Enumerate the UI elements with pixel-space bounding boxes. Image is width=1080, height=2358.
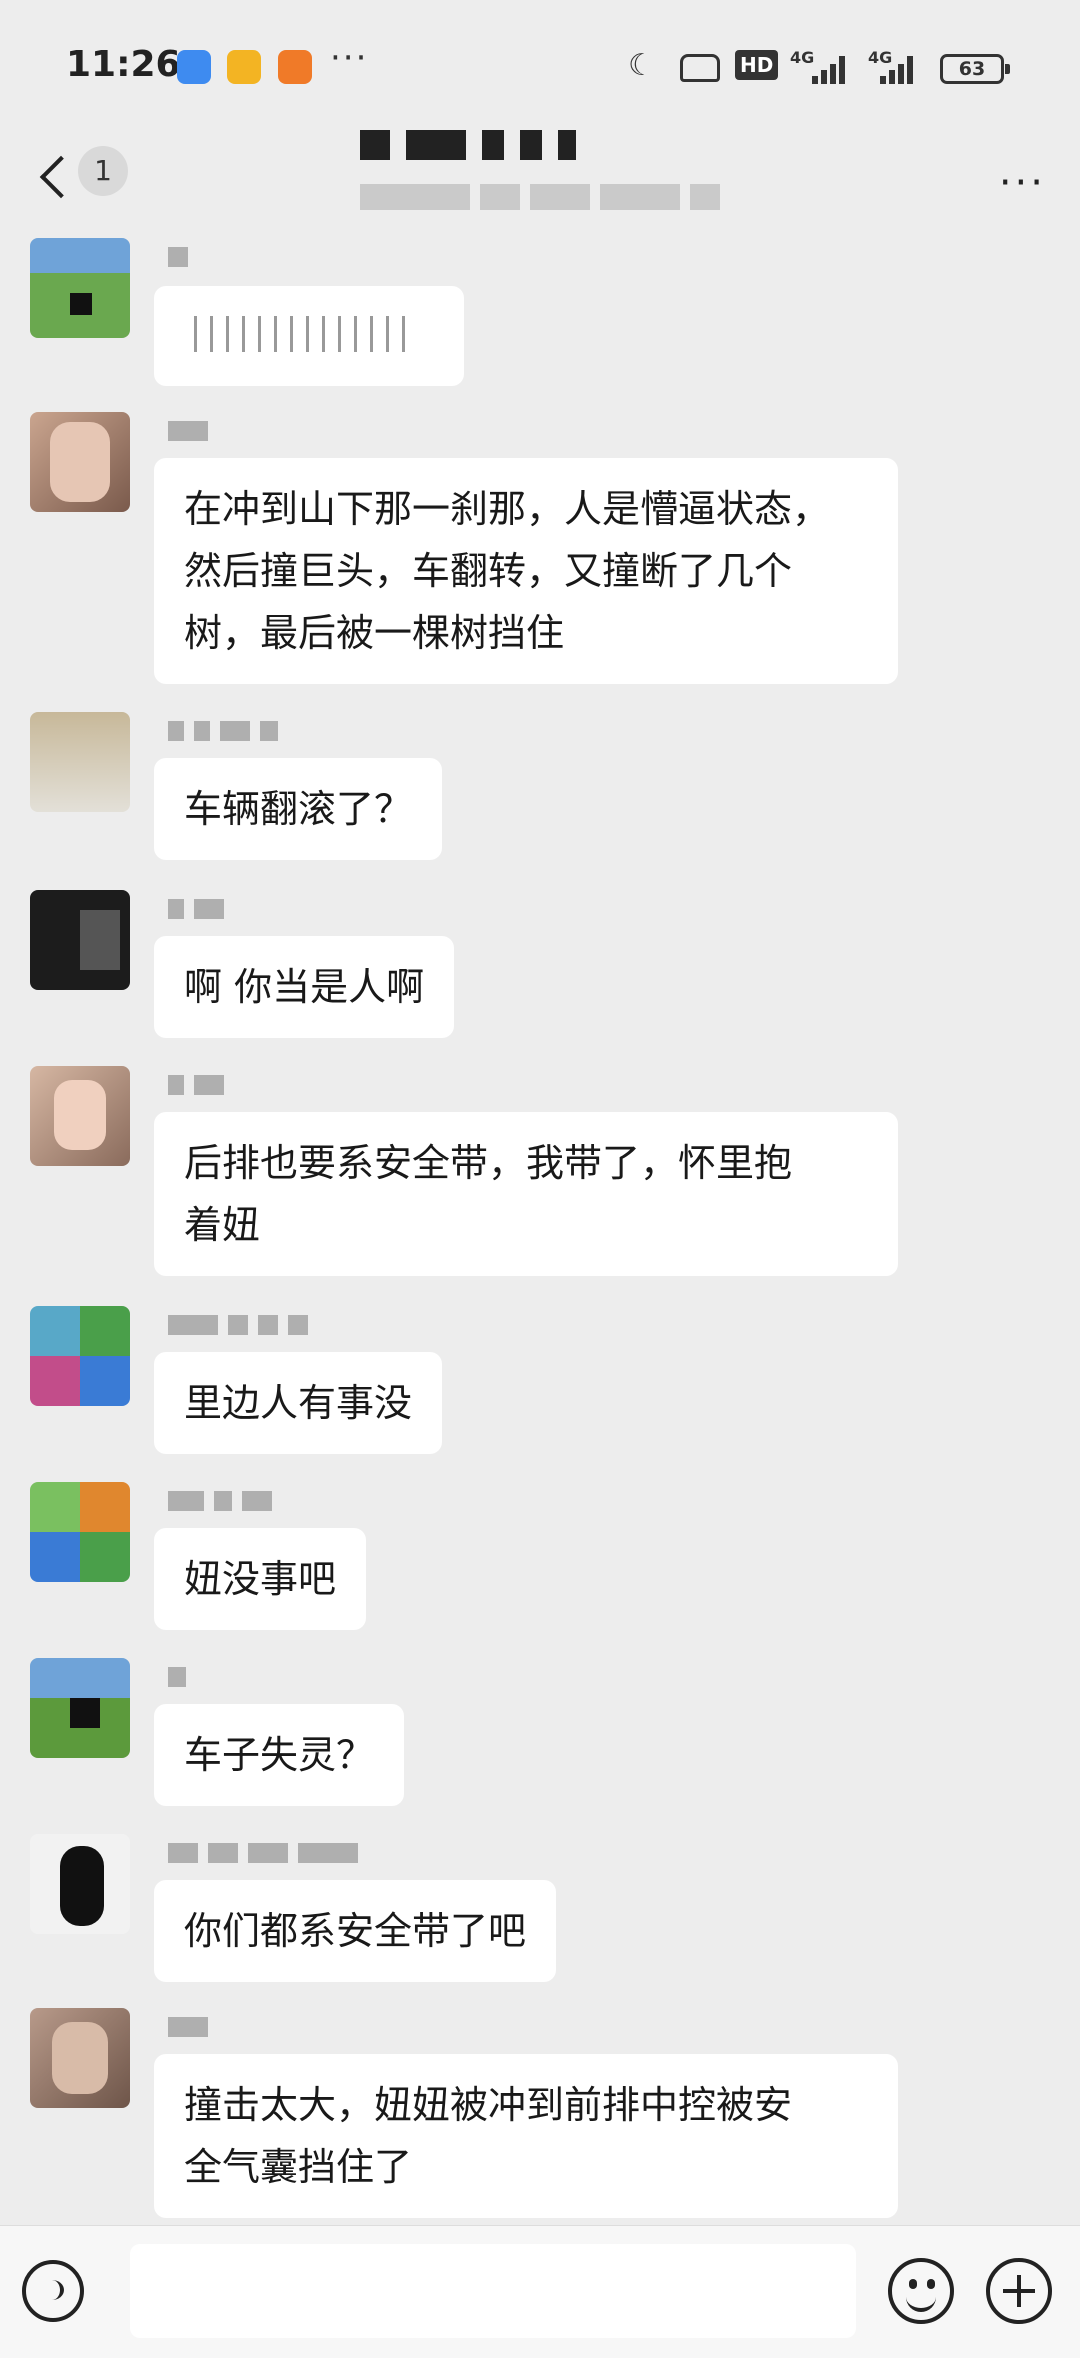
sender-name-redacted: [168, 1490, 282, 1516]
chat-header: 1 ···: [0, 130, 1080, 230]
do-not-disturb-icon: ☾: [628, 48, 655, 83]
sender-name-redacted: [168, 1074, 234, 1100]
avatar[interactable]: [30, 1306, 130, 1406]
sender-name-redacted: [168, 1842, 368, 1868]
status-time: 11:26: [66, 44, 181, 85]
message-bubble[interactable]: 在冲到山下那一刹那，人是懵逼状态， 然后撞巨头，车翻转，又撞断了几个 树，最后被…: [154, 458, 898, 684]
voice-input-button[interactable]: [22, 2260, 84, 2322]
message-bubble[interactable]: 后排也要系安全带，我带了，怀里抱 着妞: [154, 1112, 898, 1276]
more-notifications-icon: ···: [330, 38, 369, 78]
sender-name-redacted: [168, 1666, 196, 1692]
hd-call-icon: HD: [735, 50, 779, 80]
avatar[interactable]: [30, 412, 130, 512]
redacted-content: [194, 316, 414, 352]
signal-icon: [880, 56, 920, 84]
avatar[interactable]: [30, 1658, 130, 1758]
avatar[interactable]: [30, 2008, 130, 2108]
notification-app-icon: [177, 50, 211, 84]
message-bubble[interactable]: 啊 你当是人啊: [154, 936, 455, 1038]
chat-subtitle-redacted: [360, 184, 740, 224]
sender-name-redacted: [168, 1314, 318, 1340]
unread-count-badge[interactable]: 1: [78, 146, 128, 196]
message-bubble[interactable]: 车辆翻滚了？: [154, 758, 443, 860]
more-functions-button[interactable]: [986, 2258, 1052, 2324]
notification-app-icon: [227, 50, 261, 84]
message-bubble[interactable]: 撞击太大，妞妞被冲到前排中控被安 全气囊挡住了: [154, 2054, 898, 2218]
battery-icon: 63: [940, 54, 1010, 84]
input-bar: [0, 2225, 1080, 2358]
avatar[interactable]: [30, 1066, 130, 1166]
status-bar: 11:26 ··· ☾ HD 4G 4G 63: [0, 0, 1080, 130]
message-input[interactable]: [130, 2244, 856, 2338]
driving-mode-icon: [680, 54, 720, 82]
message-bubble[interactable]: 里边人有事没: [154, 1352, 443, 1454]
message-bubble[interactable]: 你们都系安全带了吧: [154, 1880, 557, 1982]
avatar[interactable]: [30, 1834, 130, 1934]
sender-name-redacted: [168, 2016, 218, 2042]
signal-icon: [812, 56, 852, 84]
more-options-button[interactable]: ···: [999, 160, 1046, 206]
network-type-icon: 4G: [790, 48, 815, 67]
back-button[interactable]: [36, 148, 76, 204]
sender-name-redacted: [168, 246, 198, 272]
message-bubble[interactable]: 妞没事吧: [154, 1528, 367, 1630]
notification-app-icon: [278, 50, 312, 84]
message-bubble[interactable]: 车子失灵？: [154, 1704, 405, 1806]
avatar[interactable]: [30, 712, 130, 812]
sender-name-redacted: [168, 420, 218, 446]
chat-title-redacted: [360, 130, 720, 180]
emoji-button[interactable]: [888, 2258, 954, 2324]
avatar[interactable]: [30, 1482, 130, 1582]
avatar[interactable]: [30, 238, 130, 338]
message-bubble[interactable]: [154, 286, 464, 386]
sender-name-redacted: [168, 898, 234, 924]
sender-name-redacted: [168, 720, 288, 746]
avatar[interactable]: [30, 890, 130, 990]
